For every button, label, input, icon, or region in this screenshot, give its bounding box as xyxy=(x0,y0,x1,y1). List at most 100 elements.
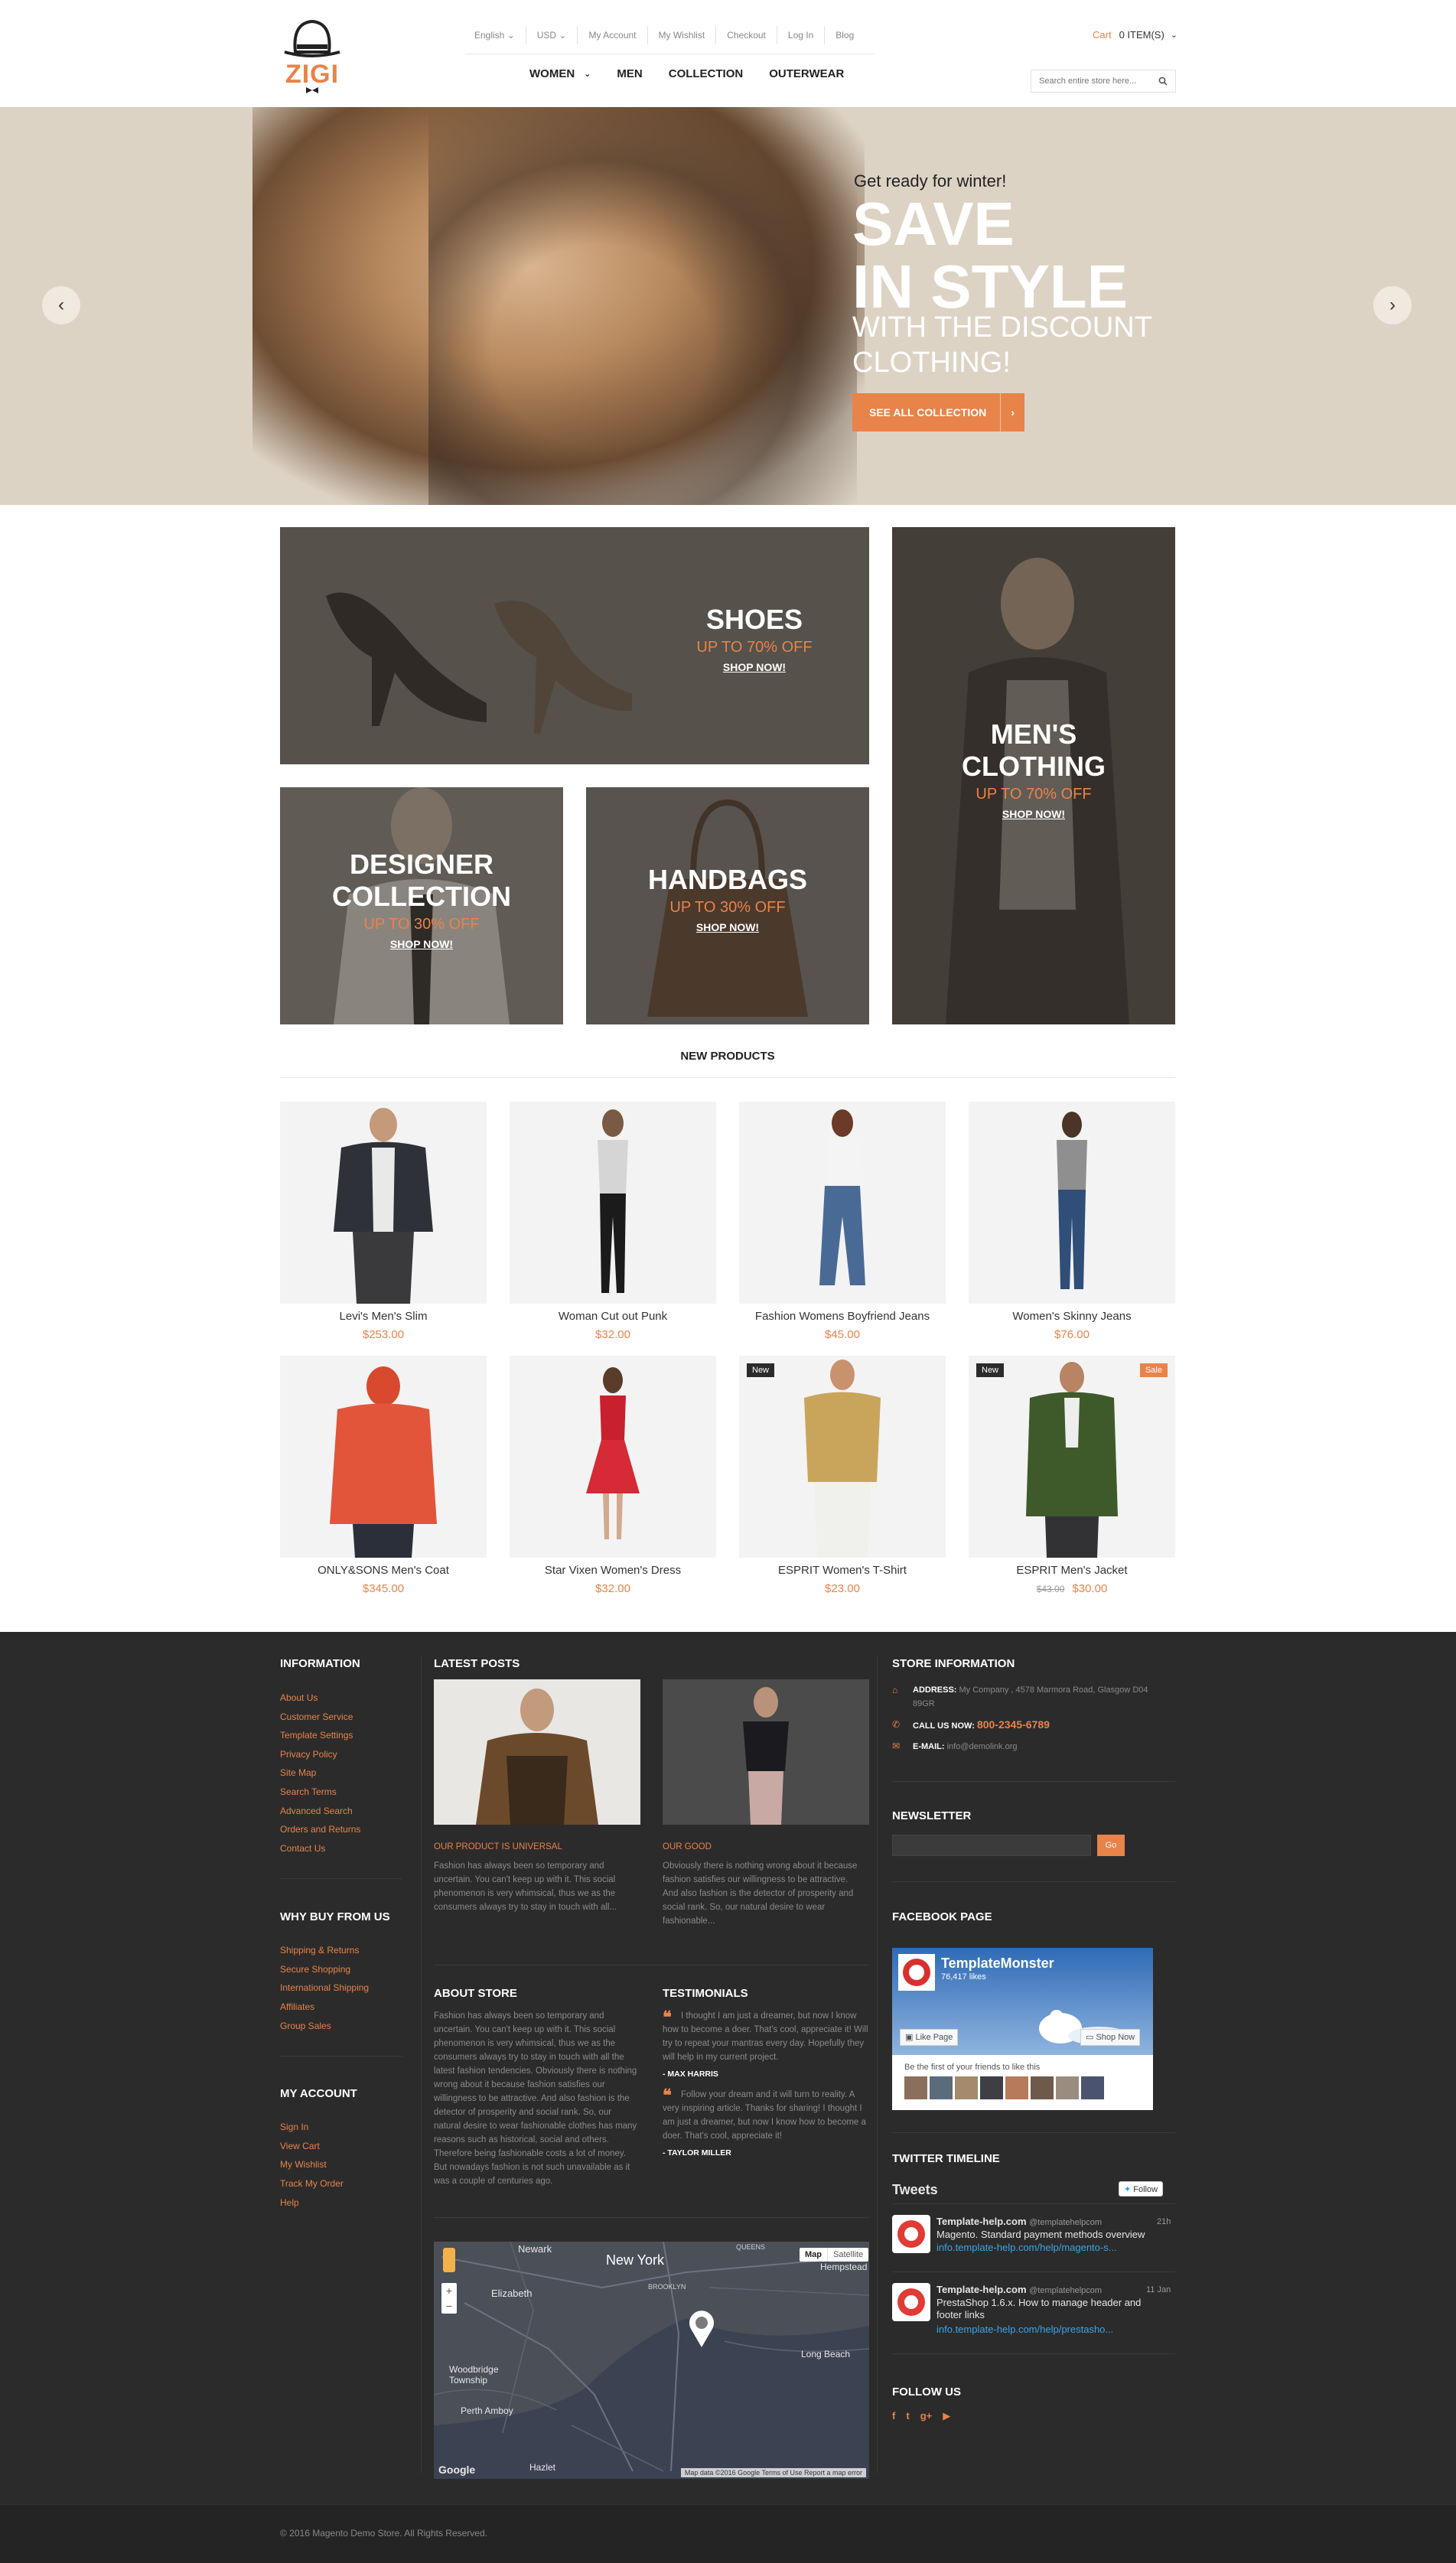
footer-link[interactable]: Shipping & Returns xyxy=(280,1945,359,1956)
product-card[interactable]: Woman Cut out Punk $32.00 xyxy=(510,1102,716,1347)
google-map[interactable]: Newark New York Elizabeth Woodbridge Tow… xyxy=(434,2242,869,2479)
product-card[interactable]: Fashion Womens Boyfriend Jeans $45.00 xyxy=(739,1102,946,1347)
product-card[interactable]: Women's Skinny Jeans $76.00 xyxy=(969,1102,1175,1347)
product-name[interactable]: Star Vixen Women's Dress xyxy=(510,1564,716,1577)
nav-men[interactable]: MEN xyxy=(617,67,642,80)
footer-link[interactable]: About Us xyxy=(280,1692,318,1703)
facebook-icon[interactable]: f xyxy=(892,2410,895,2422)
friend-avatar[interactable] xyxy=(980,2076,1003,2099)
friend-avatar[interactable] xyxy=(955,2076,978,2099)
footer-link[interactable]: Site Map xyxy=(280,1767,316,1778)
post-title[interactable]: OUR GOOD xyxy=(663,1842,712,1851)
map-pin-icon[interactable] xyxy=(686,2309,717,2349)
tweet-author[interactable]: Template-help.com @templatehelpcom xyxy=(936,2284,1102,2295)
map-attribution[interactable]: Map data ©2016 Google Terms of Use Repor… xyxy=(680,2468,866,2477)
product-card[interactable]: Levi's Men's Slim $253.00 xyxy=(280,1102,487,1347)
banner-handbags[interactable]: HANDBAGS UP TO 30% OFF SHOP NOW! xyxy=(586,787,869,1024)
product-name[interactable]: ESPRIT Women's T-Shirt xyxy=(739,1564,946,1577)
fb-like-button[interactable]: ▣ Like Page xyxy=(900,2029,959,2046)
post-image[interactable] xyxy=(434,1679,640,1825)
fb-page-avatar[interactable] xyxy=(898,1954,935,1991)
footer-link[interactable]: Customer Service xyxy=(280,1711,353,1722)
friend-avatar[interactable] xyxy=(930,2076,953,2099)
footer-link[interactable]: Orders and Returns xyxy=(280,1824,360,1835)
post-title[interactable]: OUR PRODUCT IS UNIVERSAL xyxy=(434,1842,562,1851)
login-link[interactable]: Log In xyxy=(776,26,824,44)
footer-link[interactable]: Advanced Search xyxy=(280,1806,353,1816)
google-plus-icon[interactable]: g+ xyxy=(920,2410,933,2422)
zoom-control[interactable]: + − xyxy=(441,2283,457,2314)
footer-link[interactable]: View Cart xyxy=(280,2141,320,2151)
tweet-time[interactable]: 11 Jan xyxy=(1146,2285,1171,2294)
footer-link[interactable]: Sign In xyxy=(280,2122,308,2132)
tweet-link[interactable]: info.template-help.com/help/magento-s... xyxy=(936,2242,1117,2253)
friend-avatar[interactable] xyxy=(1031,2076,1054,2099)
tweet-author[interactable]: Template-help.com @templatehelpcom xyxy=(936,2216,1102,2227)
newsletter-email-input[interactable] xyxy=(892,1835,1091,1856)
nav-women[interactable]: WOMEN ⌄ xyxy=(529,67,591,80)
shop-now-link[interactable]: SHOP NOW! xyxy=(280,938,563,950)
banner-shoes[interactable]: SHOES UP TO 70% OFF SHOP NOW! xyxy=(280,527,869,764)
footer-link[interactable]: Track My Order xyxy=(280,2178,344,2189)
product-card[interactable]: Star Vixen Women's Dress $32.00 xyxy=(510,1356,716,1601)
friend-avatar[interactable] xyxy=(1056,2076,1079,2099)
search-icon[interactable] xyxy=(1158,77,1168,86)
fb-shop-button[interactable]: ▭ Shop Now xyxy=(1080,2029,1141,2046)
product-name[interactable]: ESPRIT Men's Jacket xyxy=(969,1564,1175,1577)
map-type-satellite[interactable]: Satellite xyxy=(827,2248,868,2262)
product-name[interactable]: ONLY&SONS Men's Coat xyxy=(280,1564,487,1577)
friend-avatar[interactable] xyxy=(1081,2076,1104,2099)
shop-now-link[interactable]: SHOP NOW! xyxy=(678,661,831,673)
slider-prev-button[interactable]: ‹ xyxy=(42,286,80,324)
my-wishlist-link[interactable]: My Wishlist xyxy=(647,26,716,44)
product-name[interactable]: Women's Skinny Jeans xyxy=(969,1310,1175,1323)
currency-select[interactable]: USD ⌄ xyxy=(525,26,578,44)
twitter-icon[interactable]: t xyxy=(906,2410,909,2422)
banner-mens-clothing[interactable]: MEN'S CLOTHING UP TO 70% OFF SHOP NOW! xyxy=(892,527,1175,1024)
fb-page-name[interactable]: TemplateMonster xyxy=(941,1956,1054,1972)
post-image[interactable] xyxy=(663,1679,869,1825)
language-select[interactable]: English ⌄ xyxy=(465,26,526,44)
footer-link[interactable]: Privacy Policy xyxy=(280,1749,337,1760)
footer-link[interactable]: Affiliates xyxy=(280,2001,314,2012)
friend-avatar[interactable] xyxy=(904,2076,927,2099)
tweet-avatar[interactable] xyxy=(892,2215,930,2253)
footer-link[interactable]: Search Terms xyxy=(280,1786,337,1797)
search-input[interactable] xyxy=(1039,77,1158,86)
shop-now-link[interactable]: SHOP NOW! xyxy=(892,808,1175,820)
footer-link[interactable]: Help xyxy=(280,2197,299,2208)
nav-outerwear[interactable]: OUTERWEAR xyxy=(769,67,844,80)
tweet-link[interactable]: info.template-help.com/help/prestasho... xyxy=(936,2324,1113,2335)
product-card[interactable]: New Sale ESPRIT Men's Jacket $43.00 $30.0… xyxy=(969,1356,1175,1601)
product-card[interactable]: New ESPRIT Women's T-Shirt $23.00 xyxy=(739,1356,946,1601)
footer-link[interactable]: Secure Shopping xyxy=(280,1964,350,1975)
twitter-follow-button[interactable]: ✦ Follow xyxy=(1119,2181,1164,2197)
footer-link[interactable]: Template Settings xyxy=(280,1730,353,1741)
pegman-icon[interactable] xyxy=(443,2248,455,2272)
footer-link[interactable]: International Shipping xyxy=(280,1982,369,1993)
friend-avatar[interactable] xyxy=(1005,2076,1028,2099)
blog-link[interactable]: Blog xyxy=(824,26,865,44)
newsletter-go-button[interactable]: Go xyxy=(1097,1835,1125,1856)
checkout-link[interactable]: Checkout xyxy=(715,26,777,44)
tweet-time[interactable]: 21h xyxy=(1157,2217,1171,2226)
product-card[interactable]: ONLY&SONS Men's Coat $345.00 xyxy=(280,1356,487,1601)
footer-link[interactable]: My Wishlist xyxy=(280,2159,327,2170)
banner-designer-collection[interactable]: DESIGNER COLLECTION UP TO 30% OFF SHOP N… xyxy=(280,787,563,1024)
nav-collection[interactable]: COLLECTION xyxy=(669,67,744,80)
logo[interactable]: ZIGI xyxy=(280,15,344,93)
product-name[interactable]: Fashion Womens Boyfriend Jeans xyxy=(739,1310,946,1323)
youtube-icon[interactable]: ▶ xyxy=(943,2410,950,2422)
cart-toggle[interactable]: Cart 0 ITEM(S) ⌄ xyxy=(1093,29,1178,41)
footer-link[interactable]: Contact Us xyxy=(280,1843,325,1854)
phone-number[interactable]: 800-2345-6789 xyxy=(977,1718,1050,1731)
footer-link[interactable]: Group Sales xyxy=(280,2021,331,2031)
slider-next-button[interactable]: › xyxy=(1373,286,1412,324)
product-name[interactable]: Levi's Men's Slim xyxy=(280,1310,487,1323)
email-value[interactable]: info@demolink.org xyxy=(947,1742,1018,1751)
product-name[interactable]: Woman Cut out Punk xyxy=(510,1310,716,1323)
my-account-link[interactable]: My Account xyxy=(577,26,647,44)
shop-now-link[interactable]: SHOP NOW! xyxy=(586,921,869,933)
map-type-map[interactable]: Map xyxy=(800,2248,827,2262)
tweet-avatar[interactable] xyxy=(892,2283,930,2321)
